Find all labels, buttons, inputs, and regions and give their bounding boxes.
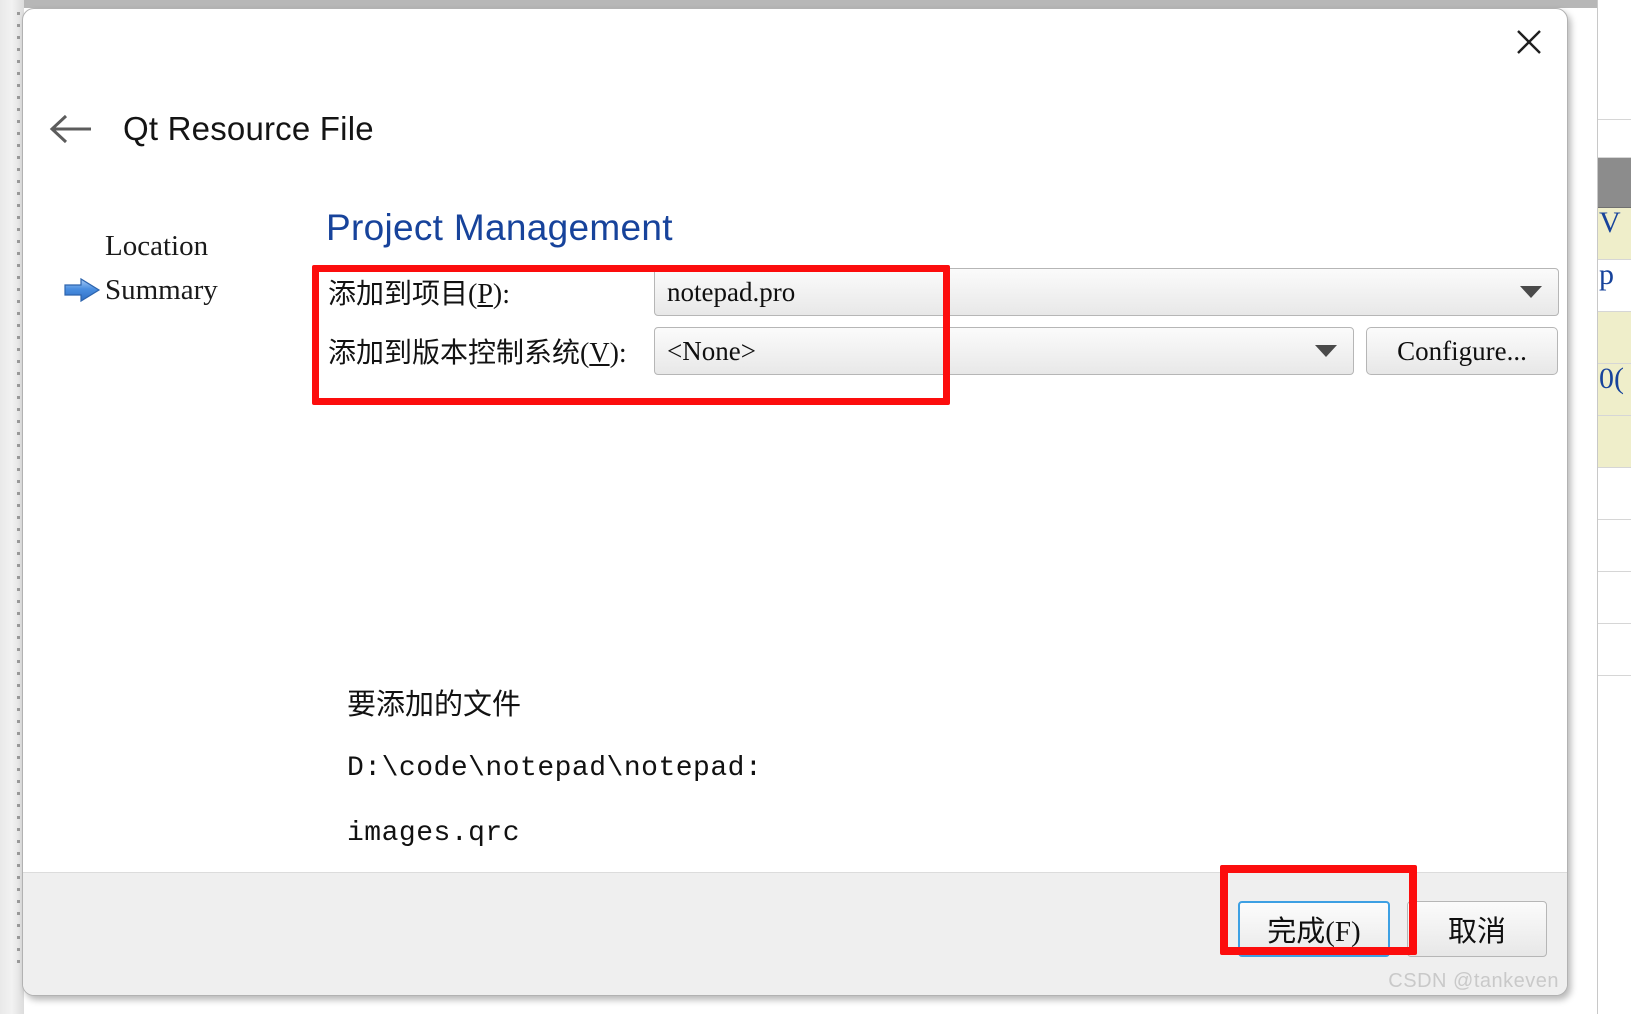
qt-wizard-dialog: Qt Resource File Location Summary Projec… <box>22 8 1568 996</box>
background-left-panel <box>0 0 24 1014</box>
label-add-to-project: 添加到项目(P): <box>328 279 511 310</box>
dialog-titlebar: Qt Resource File <box>23 101 1567 157</box>
add-to-project-value: notepad.pro <box>667 276 796 307</box>
background-row <box>1598 416 1631 468</box>
background-row <box>1598 520 1631 572</box>
background-top-strip <box>0 0 1631 8</box>
files-summary-path: D:\code\notepad\notepad: <box>347 753 763 784</box>
wizard-step-location[interactable]: Location <box>59 224 289 268</box>
wizard-step-label: Summary <box>105 273 218 306</box>
background-row <box>1598 158 1631 208</box>
watermark: CSDN @tankeven <box>1388 970 1559 992</box>
background-row <box>1598 624 1631 676</box>
configure-button[interactable]: Configure... <box>1366 327 1558 375</box>
background-row <box>1598 120 1631 158</box>
add-to-vcs-value: <None> <box>667 335 756 366</box>
background-row <box>1598 312 1631 364</box>
add-to-project-combobox[interactable]: notepad.pro <box>654 268 1559 316</box>
wizard-step-label: Location <box>105 229 209 262</box>
label-add-to-vcs: 添加到版本控制系统(V): <box>328 338 627 369</box>
background-row: 0( <box>1598 364 1631 416</box>
background-row: p <box>1598 260 1631 312</box>
wizard-step-summary[interactable]: Summary <box>59 268 289 312</box>
background-row: V <box>1598 208 1631 260</box>
chevron-down-icon[interactable] <box>1299 345 1353 357</box>
finish-button[interactable]: 完成(F) <box>1238 901 1390 957</box>
wizard-step-list: Location Summary <box>59 224 289 312</box>
form-row-add-to-vcs: 添加到版本控制系统(V): <None> Configure... <box>314 323 1559 379</box>
project-management-form: 添加到项目(P): notepad.pro 添加到版本控制系统(V): <Non… <box>314 264 1559 382</box>
footer-button-group: 完成(F) 取消 <box>1238 901 1547 957</box>
background-right-panel: V p 0( <box>1597 0 1631 1014</box>
background-row <box>1598 0 1631 120</box>
files-summary-item: images.qrc <box>347 818 521 849</box>
close-icon[interactable] <box>1503 18 1555 66</box>
background-ruler <box>17 12 20 967</box>
blue-arrow-icon <box>59 268 105 312</box>
cancel-button[interactable]: 取消 <box>1407 901 1547 957</box>
section-heading: Project Management <box>326 207 673 248</box>
back-arrow-icon[interactable] <box>41 113 99 145</box>
background-row <box>1598 676 1631 1014</box>
chevron-down-icon[interactable] <box>1504 286 1558 298</box>
add-to-vcs-combobox[interactable]: <None> <box>654 327 1354 375</box>
dialog-footer: 完成(F) 取消 <box>23 872 1567 995</box>
background-row <box>1598 572 1631 624</box>
background-row <box>1598 468 1631 520</box>
files-summary: 要添加的文件 D:\code\notepad\notepad: images.q… <box>347 681 1247 849</box>
files-summary-heading: 要添加的文件 <box>347 689 522 721</box>
page-title: Qt Resource File <box>123 110 374 147</box>
screenshot-root: V p 0( Qt Resource File Location Summary… <box>0 0 1631 1014</box>
finish-button-label: 完成(F) <box>1267 916 1361 948</box>
step-marker-empty <box>59 224 105 268</box>
form-row-add-to-project: 添加到项目(P): notepad.pro <box>314 264 1559 320</box>
